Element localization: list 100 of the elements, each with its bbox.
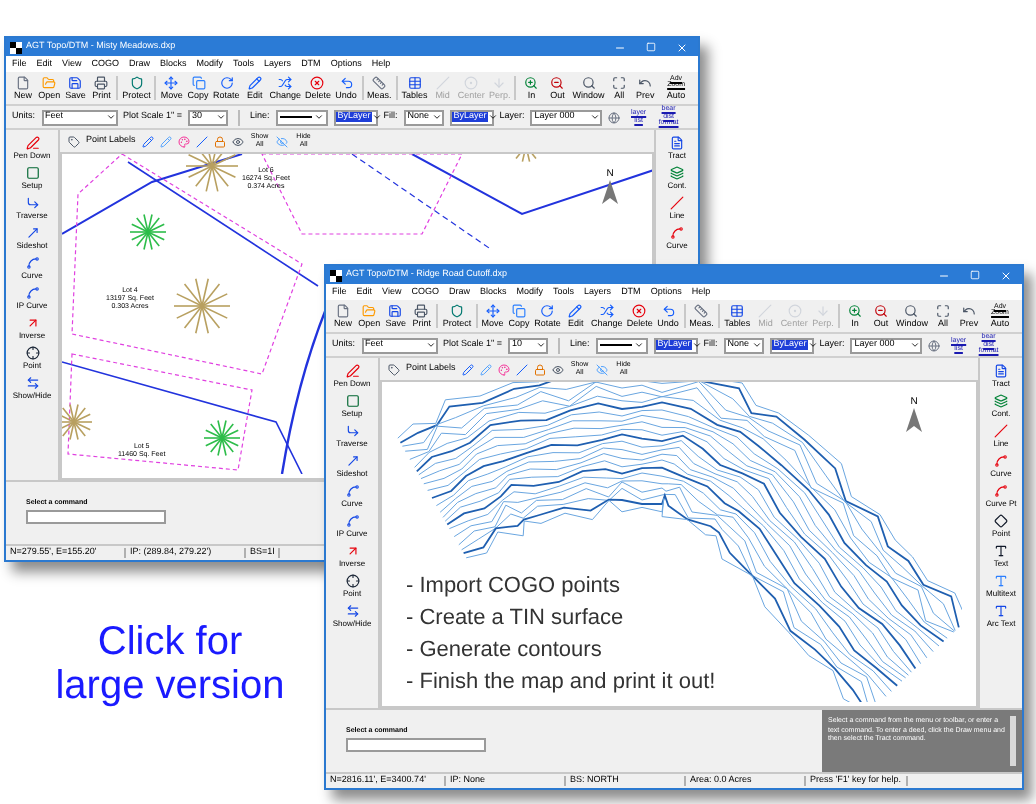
caret-icon (590, 112, 601, 122)
caption-line: - Finish the map and print it out! (406, 668, 716, 698)
eye-icon[interactable] (231, 135, 244, 147)
caption-line: - Import COGO points (406, 572, 622, 602)
search-icon (904, 303, 919, 318)
letter-icon (994, 574, 1008, 588)
globe-icon[interactable] (608, 111, 621, 123)
north-arrow-icon (602, 180, 618, 204)
caret-icon (910, 340, 921, 350)
maximize-icon[interactable] (970, 270, 980, 280)
pencil-icon[interactable] (141, 135, 154, 147)
shuffle-icon (599, 303, 614, 318)
line-icon (670, 196, 684, 210)
tag-icon[interactable] (68, 135, 80, 147)
caret-icon (751, 340, 762, 350)
line-icon[interactable] (515, 363, 528, 375)
caret-icon (431, 112, 442, 122)
command-field[interactable] (346, 737, 486, 751)
curve-icon (25, 256, 39, 270)
caret-icon (536, 340, 547, 350)
maximize-icon[interactable] (646, 42, 656, 52)
circle-icon (787, 303, 802, 318)
square-icon (25, 166, 39, 180)
curve-icon (994, 484, 1008, 498)
pencil-icon[interactable] (479, 363, 492, 375)
layers-icon (994, 394, 1008, 408)
curve-icon (345, 484, 359, 498)
eye-icon[interactable] (551, 363, 564, 375)
pencil-icon[interactable] (461, 363, 474, 375)
pen-icon (25, 136, 39, 150)
palette-icon[interactable] (497, 363, 510, 375)
caret-icon (808, 340, 819, 350)
copy-icon (191, 75, 206, 90)
copy-icon (511, 303, 526, 318)
caret-icon (425, 340, 436, 350)
file-icon (16, 75, 30, 90)
caret-icon (105, 112, 116, 122)
floppy-icon (68, 75, 83, 90)
minimize-icon[interactable] (614, 41, 626, 53)
undo-icon (638, 75, 653, 90)
curve-icon (25, 286, 39, 300)
palette-icon[interactable] (177, 135, 190, 147)
lock-icon[interactable] (213, 135, 226, 147)
crosshair-icon (345, 574, 359, 588)
letter-icon (994, 604, 1008, 618)
minimize-icon[interactable] (938, 269, 950, 281)
tag-icon[interactable] (388, 363, 400, 375)
delete-icon (310, 75, 325, 90)
angle-icon (25, 196, 39, 210)
curve-icon (345, 514, 359, 528)
angle-icon (345, 424, 359, 438)
lock-icon[interactable] (533, 363, 546, 375)
rotate-icon (219, 75, 234, 90)
promo-text[interactable]: Click for (97, 620, 243, 664)
line-icon[interactable] (195, 135, 208, 147)
caption-line: - Generate contours (406, 636, 604, 666)
shuffle-icon (278, 75, 293, 90)
file-icon (336, 303, 350, 318)
square-icon (345, 394, 359, 408)
close-icon[interactable] (1000, 269, 1012, 281)
zoom-out-icon (873, 303, 888, 318)
caret-icon (633, 340, 644, 350)
document-icon (994, 364, 1008, 378)
arrow-icon (345, 454, 359, 468)
arrow-icon (345, 544, 359, 558)
globe-icon[interactable] (928, 339, 941, 351)
document-icon (670, 136, 684, 150)
line-icon (435, 75, 450, 90)
caret-icon (313, 112, 324, 122)
promo-text[interactable]: large version (55, 664, 285, 708)
shield-icon (129, 75, 144, 90)
caret-icon (692, 340, 703, 350)
line-icon (994, 424, 1008, 438)
arrow-icon (492, 75, 507, 90)
maximize-icon (936, 303, 951, 318)
curve-icon (994, 454, 1008, 468)
pencil-icon[interactable] (159, 135, 172, 147)
layers-icon (670, 166, 684, 180)
printer-icon (94, 75, 109, 90)
caption-line: - Create a TIN surface (406, 604, 626, 634)
close-icon[interactable] (676, 41, 688, 53)
pencil-icon (568, 303, 583, 318)
scrollbar[interactable] (1010, 716, 1016, 766)
eye-icon[interactable] (595, 363, 608, 375)
ruler-icon (694, 303, 709, 318)
line-style-select[interactable] (275, 109, 328, 125)
command-field[interactable] (26, 509, 166, 523)
line-style-select[interactable] (595, 337, 648, 353)
eye-icon[interactable] (275, 135, 288, 147)
arrows-icon (25, 376, 39, 390)
pen-icon (345, 364, 359, 378)
table-icon (407, 75, 422, 90)
floppy-icon (388, 303, 403, 318)
caret-icon (216, 112, 227, 122)
ruler-icon (372, 75, 387, 90)
rotate-icon (540, 303, 555, 318)
zoom-in-icon (847, 303, 862, 318)
delete-icon (632, 303, 647, 318)
arrows-icon (345, 604, 359, 618)
arrow-icon (815, 303, 830, 318)
